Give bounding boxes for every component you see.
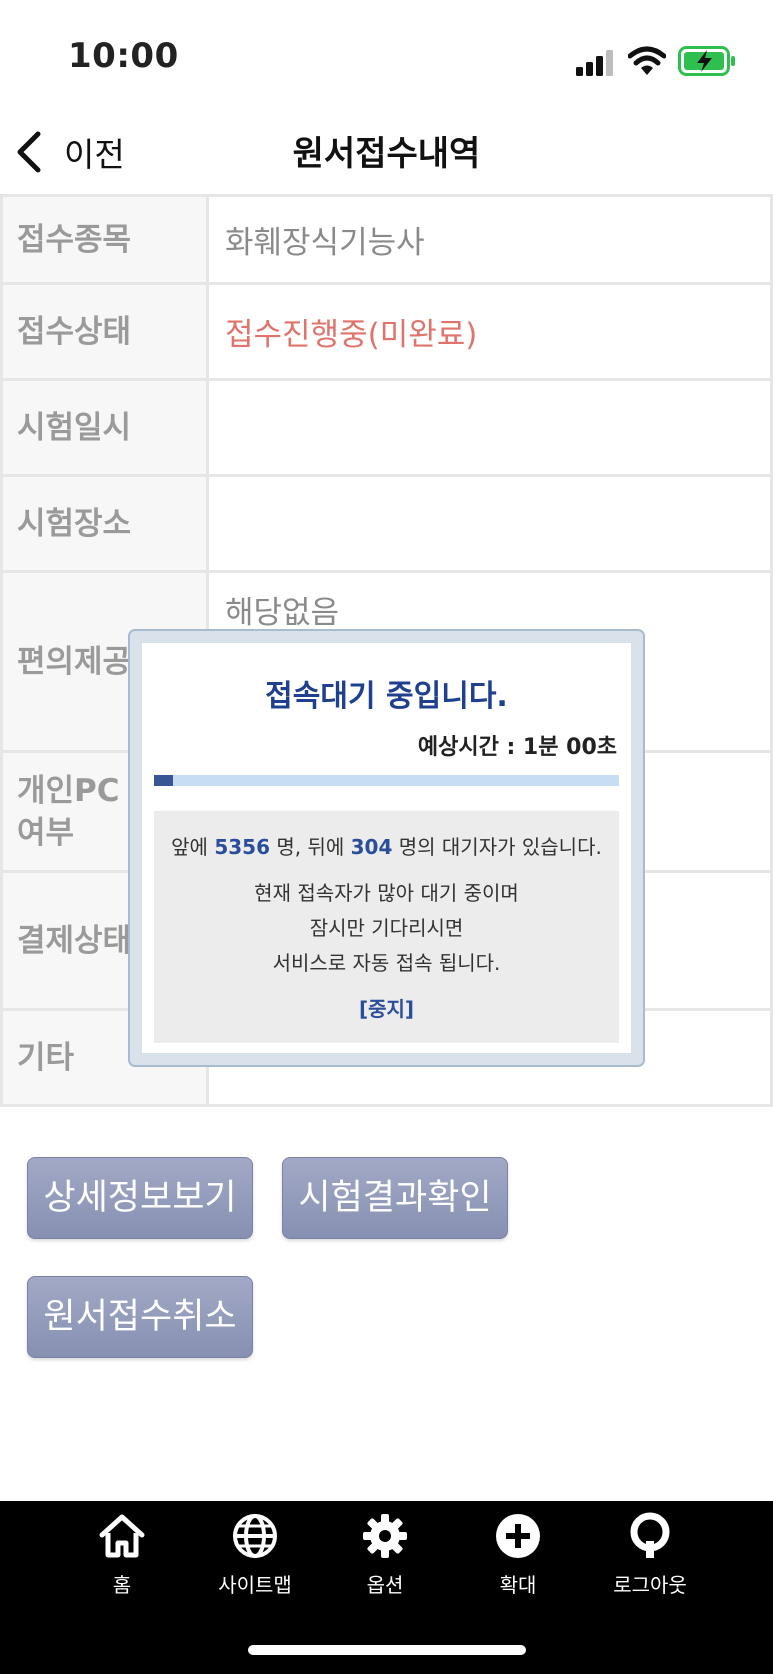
queue-message-line-1: 현재 접속자가 많아 대기 중이며: [254, 881, 519, 905]
globe-icon: [233, 1514, 277, 1558]
logout-icon: [630, 1512, 670, 1558]
queue-count-line: 앞에 5356 명, 뒤에 304 명의 대기자가 있습니다.: [154, 831, 619, 860]
navigation-bar: 이전 원서접수내역: [0, 110, 773, 194]
tab-label: 로그아웃: [613, 1573, 687, 1597]
table-row: 접수상태 접수진행중(미완료): [0, 282, 773, 381]
tab-label: 확대: [499, 1573, 537, 1597]
plus-circle-icon: [496, 1514, 540, 1558]
ahead-prefix: 앞에: [171, 835, 208, 859]
modal-body: 접속대기 중입니다. 예상시간 : 1분 00초 앞에 5356 명, 뒤에 3…: [142, 643, 631, 1053]
table-row: 접수종목 화훼장식기능사: [0, 194, 773, 285]
page-title: 원서접수내역: [292, 134, 481, 174]
row-label: 시험장소: [0, 474, 209, 573]
row-value: [206, 474, 773, 573]
tab-label: 홈: [112, 1573, 132, 1597]
row-value: [206, 378, 773, 477]
row-label-text: 개인PC 여부: [17, 772, 120, 851]
behind-suffix: 명의 대기자가 있습니다.: [398, 835, 602, 859]
estimated-time: 예상시간 : 1분 00초: [417, 735, 617, 760]
table-row: 시험일시: [0, 378, 773, 477]
stop-button[interactable]: [중지]: [359, 997, 414, 1021]
queue-message-line-3: 서비스로 자동 접속 됩니다.: [272, 951, 501, 975]
home-indicator: [248, 1645, 526, 1655]
queue-wait-modal: 접속대기 중입니다. 예상시간 : 1분 00초 앞에 5356 명, 뒤에 3…: [128, 629, 645, 1067]
tab-sitemap[interactable]: 사이트맵: [200, 1511, 310, 1598]
status-value: 접수진행중(미완료): [206, 282, 773, 381]
row-value: 화훼장식기능사: [206, 194, 773, 285]
tab-label: 옵션: [366, 1573, 404, 1597]
gear-icon: [363, 1514, 407, 1558]
queue-message-line-2: 잠시만 기다리시면: [309, 916, 464, 940]
cancel-application-button[interactable]: 원서접수취소: [27, 1276, 253, 1358]
ahead-count: 5356: [214, 835, 270, 859]
status-time: 10:00: [68, 36, 179, 76]
tab-label: 사이트맵: [218, 1573, 292, 1597]
row-label: 시험일시: [0, 378, 209, 477]
view-details-button[interactable]: 상세정보보기: [27, 1157, 253, 1239]
tab-home[interactable]: 홈: [67, 1511, 177, 1598]
queue-info-box: 앞에 5356 명, 뒤에 304 명의 대기자가 있습니다. 현재 접속자가 …: [154, 811, 619, 1043]
row-label: 접수상태: [0, 282, 209, 381]
stop-line: [중지]: [154, 993, 619, 1022]
wifi-icon: [628, 46, 666, 75]
tab-options[interactable]: 옵션: [330, 1511, 440, 1598]
behind-count: 304: [350, 835, 393, 859]
table-row: 시험장소: [0, 474, 773, 573]
modal-title: 접속대기 중입니다.: [265, 679, 508, 714]
tab-zoom[interactable]: 확대: [463, 1511, 573, 1598]
home-icon: [99, 1514, 145, 1558]
row-label: 접수종목: [0, 194, 209, 285]
status-bar: 10:00: [0, 0, 773, 110]
cellular-signal-icon: [576, 50, 613, 76]
tab-logout[interactable]: 로그아웃: [595, 1511, 705, 1598]
wait-progress-fill: [154, 775, 173, 786]
check-results-button[interactable]: 시험결과확인: [282, 1157, 508, 1239]
wait-progress-bar: [154, 775, 619, 786]
battery-charging-icon: [678, 46, 735, 76]
ahead-mid: 명, 뒤에: [276, 835, 345, 859]
